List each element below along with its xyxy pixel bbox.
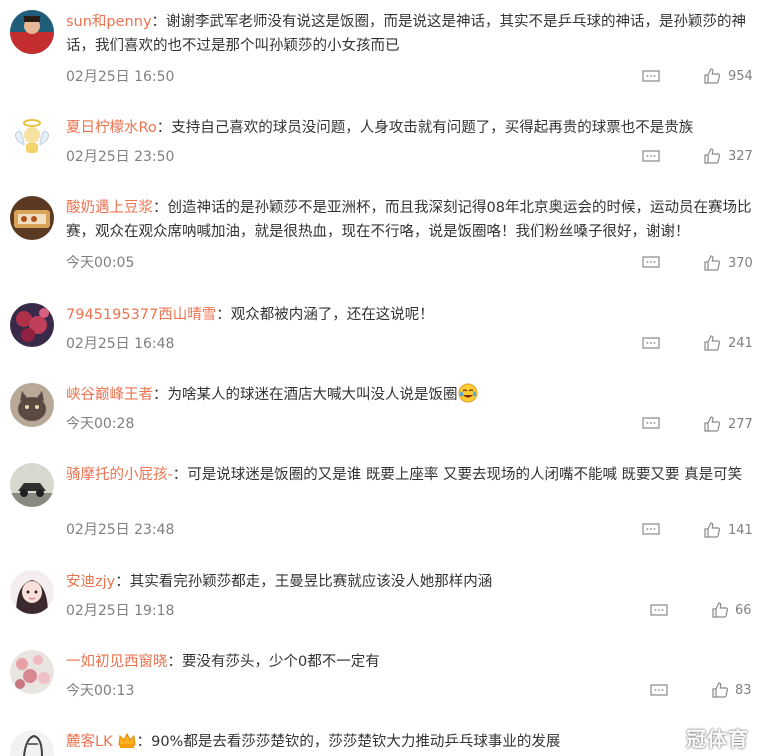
comment-text: 其实看完孙颖莎都走，王曼昱比赛就应该没人她那样内涵 [129, 574, 493, 590]
user-avatar[interactable] [10, 383, 54, 427]
comment-time: 02月25日 16:48 [66, 336, 175, 352]
like-icon[interactable] [703, 521, 721, 539]
username-link[interactable]: 麓客LK [66, 734, 113, 750]
like-count: 66 [735, 603, 752, 618]
like-count: 277 [728, 417, 753, 432]
like-count: 370 [728, 256, 753, 271]
comment-text: 谢谢李武军老师没有说这是饭圈，而是说这是神话，其实不是乒乓球的神话，是孙颖莎的神… [66, 14, 747, 54]
like-count: 954 [728, 69, 753, 84]
comment-time: 02月25日 23:50 [66, 149, 175, 165]
username-link[interactable]: sun和penny [66, 14, 152, 30]
like-icon[interactable] [711, 601, 729, 619]
user-avatar[interactable] [10, 10, 54, 54]
comment-text: 创造神话的是孙颖莎不是亚洲杯，而且我深刻记得08年北京奥运会的时候，运动员在赛场… [66, 200, 752, 240]
username-link[interactable]: 酸奶遇上豆浆 [66, 200, 153, 216]
comment-body: 一如初见西窗晓：要没有莎头，少个0都不一定有 [66, 654, 380, 670]
like-count: 83 [735, 683, 752, 698]
like-icon[interactable] [703, 334, 721, 352]
like-count: 327 [728, 149, 753, 164]
comment-time: 今天00:13 [66, 683, 135, 699]
comment-body: 夏日柠檬水Ro：支持自己喜欢的球员没问题，人身攻击就有问题了，买得起再贵的球票也… [66, 120, 694, 136]
like-icon[interactable] [711, 681, 729, 699]
username-link[interactable]: 夏日柠檬水Ro [66, 120, 157, 136]
username-link[interactable]: 骑摩托的小屁孩- [66, 467, 173, 483]
reply-icon[interactable] [642, 417, 660, 431]
username-link[interactable]: 安迪zjy [66, 574, 115, 590]
crown-icon [118, 732, 136, 748]
comment-text: 为啥某人的球迷在酒店大喊大叫没人说是饭圈 [167, 387, 458, 403]
username-link[interactable]: 一如初见西窗晓 [66, 654, 168, 670]
comment-body: 骑摩托的小屁孩-：可是说球迷是饭圈的又是谁 既要上座率 又要去现场的人闭嘴不能喊… [66, 467, 743, 483]
like-icon[interactable] [703, 415, 721, 433]
user-avatar[interactable] [10, 463, 54, 507]
comment-body: 峡谷巅峰王者：为啥某人的球迷在酒店大喊大叫没人说是饭圈 [66, 383, 753, 407]
comment-text: 可是说球迷是饭圈的又是谁 既要上座率 又要去现场的人闭嘴不能喊 既要又要 真是可… [187, 467, 743, 483]
reply-icon[interactable] [642, 523, 660, 537]
reply-icon[interactable] [642, 70, 660, 84]
user-avatar[interactable] [10, 570, 54, 614]
username-link[interactable]: 峡谷巅峰王者 [66, 387, 153, 403]
like-icon[interactable] [703, 147, 721, 165]
comment-time: 02月25日 23:48 [66, 522, 175, 538]
like-count: 141 [728, 523, 753, 538]
user-avatar[interactable] [10, 115, 54, 159]
like-icon[interactable] [703, 254, 721, 272]
watermark-text: 冠体育 [686, 727, 749, 751]
comment-body: 7945195377西山晴雪：观众都被内涵了，还在这说呢！ [66, 307, 434, 323]
comment-text: 90%都是去看莎莎楚钦的，莎莎楚钦大力推动乒乓球事业的发展 [151, 734, 561, 750]
comment-text: 要没有莎头，少个0都不一定有 [182, 654, 380, 670]
comment-body: 酸奶遇上豆浆：创造神话的是孙颖莎不是亚洲杯，而且我深刻记得08年北京奥运会的时候… [66, 200, 752, 240]
comment-time: 02月25日 16:50 [66, 69, 175, 85]
username-link[interactable]: 7945195377西山晴雪 [66, 307, 216, 323]
user-avatar[interactable] [10, 650, 54, 694]
comment-text: 观众都被内涵了，还在这说呢！ [230, 307, 434, 323]
user-avatar[interactable] [10, 730, 54, 756]
crying-laughing-emoji-icon [458, 383, 477, 403]
comment-text: 支持自己喜欢的球员没问题，人身攻击就有问题了，买得起再贵的球票也不是贵族 [171, 120, 694, 136]
like-count: 241 [728, 336, 753, 351]
reply-icon[interactable] [642, 337, 660, 351]
reply-icon[interactable] [642, 150, 660, 164]
reply-icon[interactable] [650, 604, 668, 618]
reply-icon[interactable] [642, 256, 660, 270]
like-icon[interactable] [703, 67, 721, 85]
comment-body: 麓客LK ：90%都是去看莎莎楚钦的，莎莎楚钦大力推动乒乓球事业的发展 [66, 730, 753, 754]
comment-time: 今天00:05 [66, 255, 135, 271]
user-avatar[interactable] [10, 303, 54, 347]
reply-icon[interactable] [650, 684, 668, 698]
comment-time: 今天00:28 [66, 416, 135, 432]
comment-body: sun和penny：谢谢李武军老师没有说这是饭圈，而是说这是神话，其实不是乒乓球… [66, 14, 747, 54]
comment-body: 安迪zjy：其实看完孙颖莎都走，王曼昱比赛就应该没人她那样内涵 [66, 574, 493, 590]
user-avatar[interactable] [10, 196, 54, 240]
comment-time: 02月25日 19:18 [66, 603, 175, 619]
